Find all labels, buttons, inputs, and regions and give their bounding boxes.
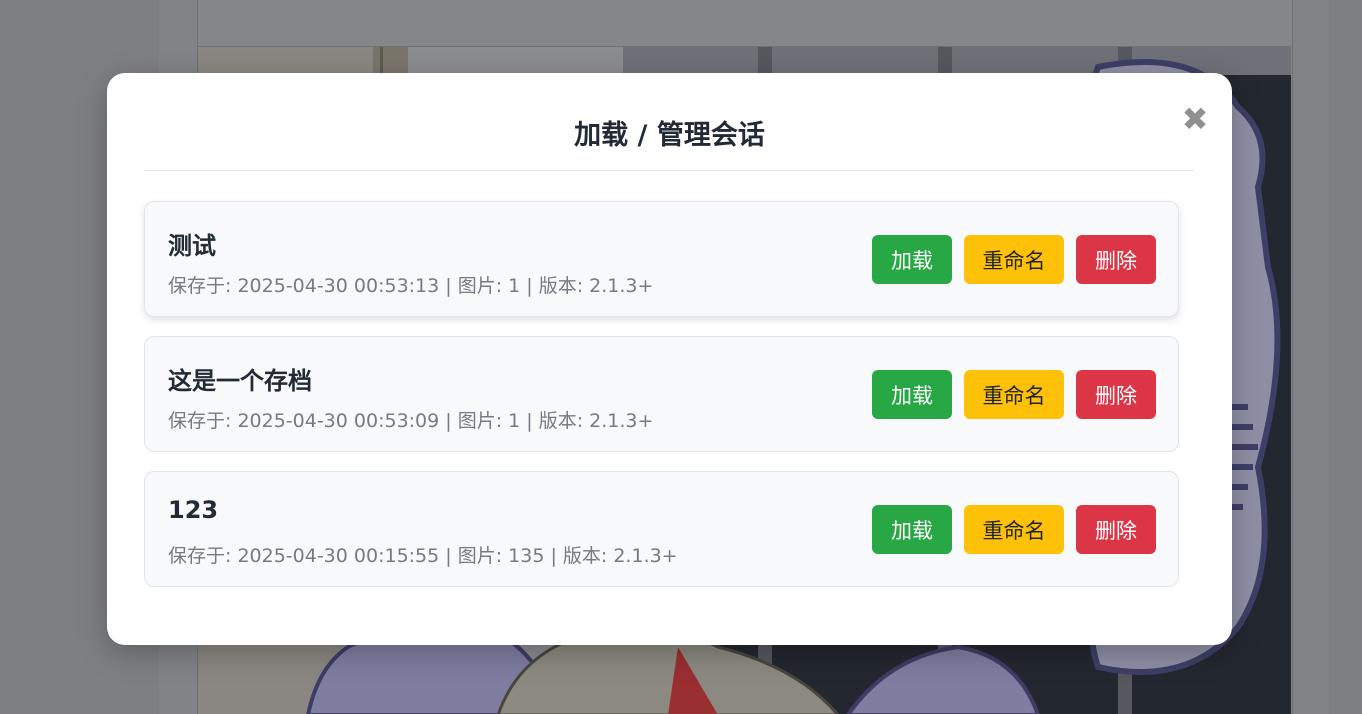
session-item: 测试 保存于: 2025-04-30 00:53:13 | 图片: 1 | 版本… bbox=[144, 201, 1179, 317]
rename-button[interactable]: 重命名 bbox=[964, 505, 1064, 554]
session-item: 这是一个存档 保存于: 2025-04-30 00:53:09 | 图片: 1 … bbox=[144, 336, 1179, 452]
session-item: 123 保存于: 2025-04-30 00:15:55 | 图片: 135 |… bbox=[144, 471, 1179, 587]
delete-button[interactable]: 删除 bbox=[1076, 370, 1156, 419]
session-name: 123 bbox=[168, 496, 219, 524]
rename-button[interactable]: 重命名 bbox=[964, 235, 1064, 284]
delete-button[interactable]: 删除 bbox=[1076, 235, 1156, 284]
modal-divider bbox=[144, 170, 1194, 171]
delete-button[interactable]: 删除 bbox=[1076, 505, 1156, 554]
load-button[interactable]: 加载 bbox=[872, 505, 952, 554]
session-manager-modal: 加载 / 管理会话 ✖ 测试 保存于: 2025-04-30 00:53:13 … bbox=[107, 73, 1232, 645]
session-meta: 保存于: 2025-04-30 00:53:09 | 图片: 1 | 版本: 2… bbox=[168, 410, 654, 432]
session-meta: 保存于: 2025-04-30 00:15:55 | 图片: 135 | 版本:… bbox=[168, 545, 678, 567]
load-button[interactable]: 加载 bbox=[872, 235, 952, 284]
session-actions: 加载 重命名 删除 bbox=[872, 505, 1156, 554]
session-name: 这是一个存档 bbox=[168, 367, 312, 395]
session-actions: 加载 重命名 删除 bbox=[872, 370, 1156, 419]
session-meta: 保存于: 2025-04-30 00:53:13 | 图片: 1 | 版本: 2… bbox=[168, 275, 654, 297]
session-name: 测试 bbox=[168, 232, 216, 260]
rename-button[interactable]: 重命名 bbox=[964, 370, 1064, 419]
load-button[interactable]: 加载 bbox=[872, 370, 952, 419]
close-icon[interactable]: ✖ bbox=[1180, 101, 1210, 137]
modal-title: 加载 / 管理会话 bbox=[574, 120, 765, 151]
session-list: 测试 保存于: 2025-04-30 00:53:13 | 图片: 1 | 版本… bbox=[144, 201, 1179, 606]
session-actions: 加载 重命名 删除 bbox=[872, 235, 1156, 284]
